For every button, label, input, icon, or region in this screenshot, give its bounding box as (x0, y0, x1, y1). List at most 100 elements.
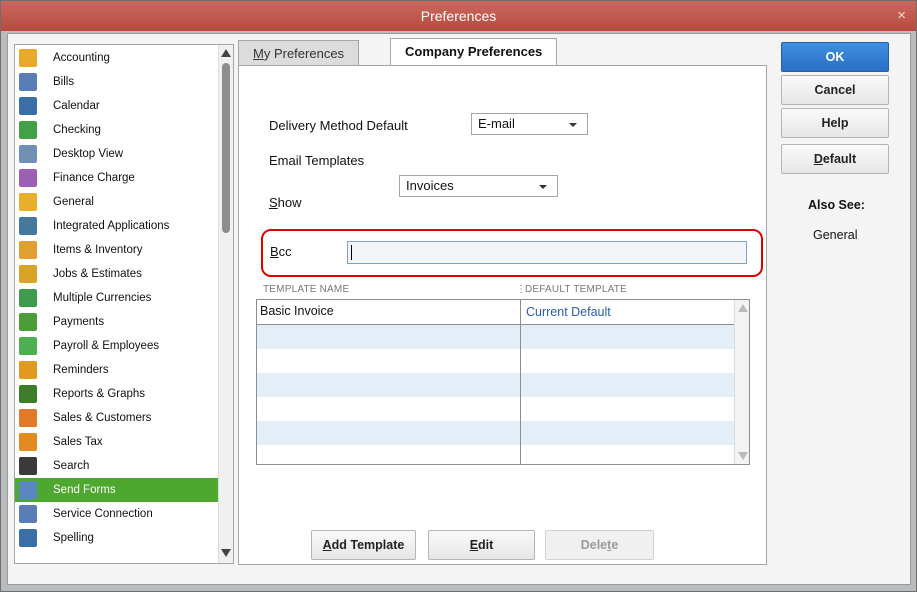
company-preferences-panel: Delivery Method Default E-mail Email Tem… (238, 65, 767, 565)
delivery-method-dropdown[interactable]: E-mail (471, 113, 588, 135)
sidebar-item[interactable]: Accounting (15, 46, 219, 70)
also-see-general-link[interactable]: General (813, 228, 857, 242)
bcc-label-mnemonic: B (270, 244, 279, 259)
sidebar-item[interactable]: Multiple Currencies (15, 286, 219, 310)
sales-tax-icon (19, 433, 37, 451)
bcc-label: Bcc (270, 244, 292, 259)
search-icon (19, 457, 37, 475)
help-button[interactable]: Help (781, 108, 889, 138)
scroll-up-arrow-icon[interactable] (221, 49, 231, 57)
sidebar-item-label: Items & Inventory (53, 244, 143, 256)
bills-icon (19, 73, 37, 91)
table-row[interactable] (257, 373, 734, 397)
edit-label: dit (478, 538, 494, 552)
reminders-icon (19, 361, 37, 379)
delivery-method-value: E-mail (478, 116, 515, 131)
tab-my-preferences-label: y Preferences (263, 46, 345, 61)
reports-icon (19, 385, 37, 403)
sidebar-item-label: Search (53, 460, 90, 472)
window-title: Preferences (420, 8, 497, 24)
general-icon (19, 193, 37, 211)
bcc-input[interactable] (347, 241, 747, 264)
sidebar-item[interactable]: Send Forms (15, 478, 219, 502)
items-inventory-icon (19, 241, 37, 259)
tab-my-preferences[interactable]: My Preferences (238, 40, 360, 66)
delete-label-end: e (611, 538, 619, 552)
scroll-down-arrow-icon[interactable] (221, 549, 231, 557)
sidebar-item-label: Spelling (53, 532, 94, 544)
add-template-button[interactable]: Add Template (311, 530, 416, 560)
bcc-highlight: Bcc (261, 229, 763, 277)
close-icon[interactable]: × (897, 7, 906, 24)
scroll-thumb[interactable] (222, 63, 230, 233)
sidebar-item[interactable]: General (15, 190, 219, 214)
sidebar-item-label: Sales Tax (53, 436, 103, 448)
table-row-divider (257, 324, 734, 325)
default-label: efault (822, 152, 857, 166)
sidebar-item[interactable]: Service Connection (15, 502, 219, 526)
sidebar-item[interactable]: Bills (15, 70, 219, 94)
preferences-category-list[interactable]: Spelling Service Connection Send Forms Sear… (14, 44, 234, 564)
sidebar-item[interactable]: Payments (15, 310, 219, 334)
delete-button[interactable]: Delete (545, 530, 654, 560)
delivery-method-label: Delivery Method Default (269, 118, 408, 133)
sidebar-item[interactable]: Desktop View (15, 142, 219, 166)
sidebar-item[interactable]: Reminders (15, 358, 219, 382)
table-row[interactable] (257, 397, 734, 421)
show-label-mnemonic: S (269, 195, 278, 210)
sidebar-item[interactable]: Reports & Graphs (15, 382, 219, 406)
email-templates-label: Email Templates (269, 153, 365, 168)
table-row[interactable] (257, 349, 734, 373)
show-dropdown[interactable]: Invoices (399, 175, 558, 197)
sidebar-item-label: Checking (53, 124, 101, 136)
table-row[interactable] (257, 325, 734, 349)
sidebar-item[interactable]: Integrated Applications (15, 214, 219, 238)
sidebar-item[interactable]: Sales Tax (15, 430, 219, 454)
checking-icon (19, 121, 37, 139)
sales-customers-icon (19, 409, 37, 427)
sidebar-item-label: Sales & Customers (53, 412, 152, 424)
cancel-button[interactable]: Cancel (781, 75, 889, 105)
sidebar-item[interactable]: Checking (15, 118, 219, 142)
title-bar: Preferences × (1, 1, 916, 31)
sidebar-item[interactable]: Calendar (15, 94, 219, 118)
chevron-down-icon (539, 185, 547, 189)
text-cursor (351, 245, 352, 260)
scroll-down-arrow-icon[interactable] (738, 452, 748, 460)
sidebar-item[interactable]: Sales & Customers (15, 406, 219, 430)
desktop-view-icon (19, 145, 37, 163)
payroll-icon (19, 337, 37, 355)
sidebar-item-label: Reminders (53, 364, 109, 376)
add-template-mnemonic: A (322, 538, 332, 552)
sidebar-item-label: Send Forms (53, 484, 116, 496)
default-template-cell[interactable]: Current Default (526, 305, 611, 319)
table-row[interactable]: Basic Invoice Current Default (257, 300, 734, 324)
sidebar-item[interactable]: Jobs & Estimates (15, 262, 219, 286)
default-mnemonic: D (813, 152, 823, 166)
sidebar-item[interactable]: Spelling (15, 526, 219, 550)
sidebar-item-label: Desktop View (53, 148, 124, 160)
default-button[interactable]: Default (781, 144, 889, 174)
accounting-icon (19, 49, 37, 67)
sidebar-item-label: Reports & Graphs (53, 388, 146, 400)
sidebar-item[interactable]: Items & Inventory (15, 238, 219, 262)
table-row[interactable] (257, 421, 734, 445)
sidebar-item-label: Multiple Currencies (53, 292, 152, 304)
send-forms-icon (19, 481, 37, 499)
sidebar-scrollbar[interactable] (218, 45, 233, 563)
payments-icon (19, 313, 37, 331)
sidebar-item-label: Calendar (53, 100, 100, 112)
add-template-label: dd Template (331, 538, 405, 552)
sidebar-item-label: Payments (53, 316, 105, 328)
tab-company-preferences[interactable]: Company Preferences (390, 38, 558, 66)
sidebar-item-label: Service Connection (53, 508, 153, 520)
sidebar-item[interactable]: Payroll & Employees (15, 334, 219, 358)
table-row[interactable] (257, 445, 734, 464)
table-scrollbar[interactable] (734, 300, 749, 464)
sidebar-item-label: Accounting (53, 52, 110, 64)
edit-button[interactable]: Edit (428, 530, 535, 560)
scroll-up-arrow-icon[interactable] (738, 304, 748, 312)
sidebar-item[interactable]: Finance Charge (15, 166, 219, 190)
ok-button[interactable]: OK (781, 42, 889, 72)
sidebar-item[interactable]: Search (15, 454, 219, 478)
